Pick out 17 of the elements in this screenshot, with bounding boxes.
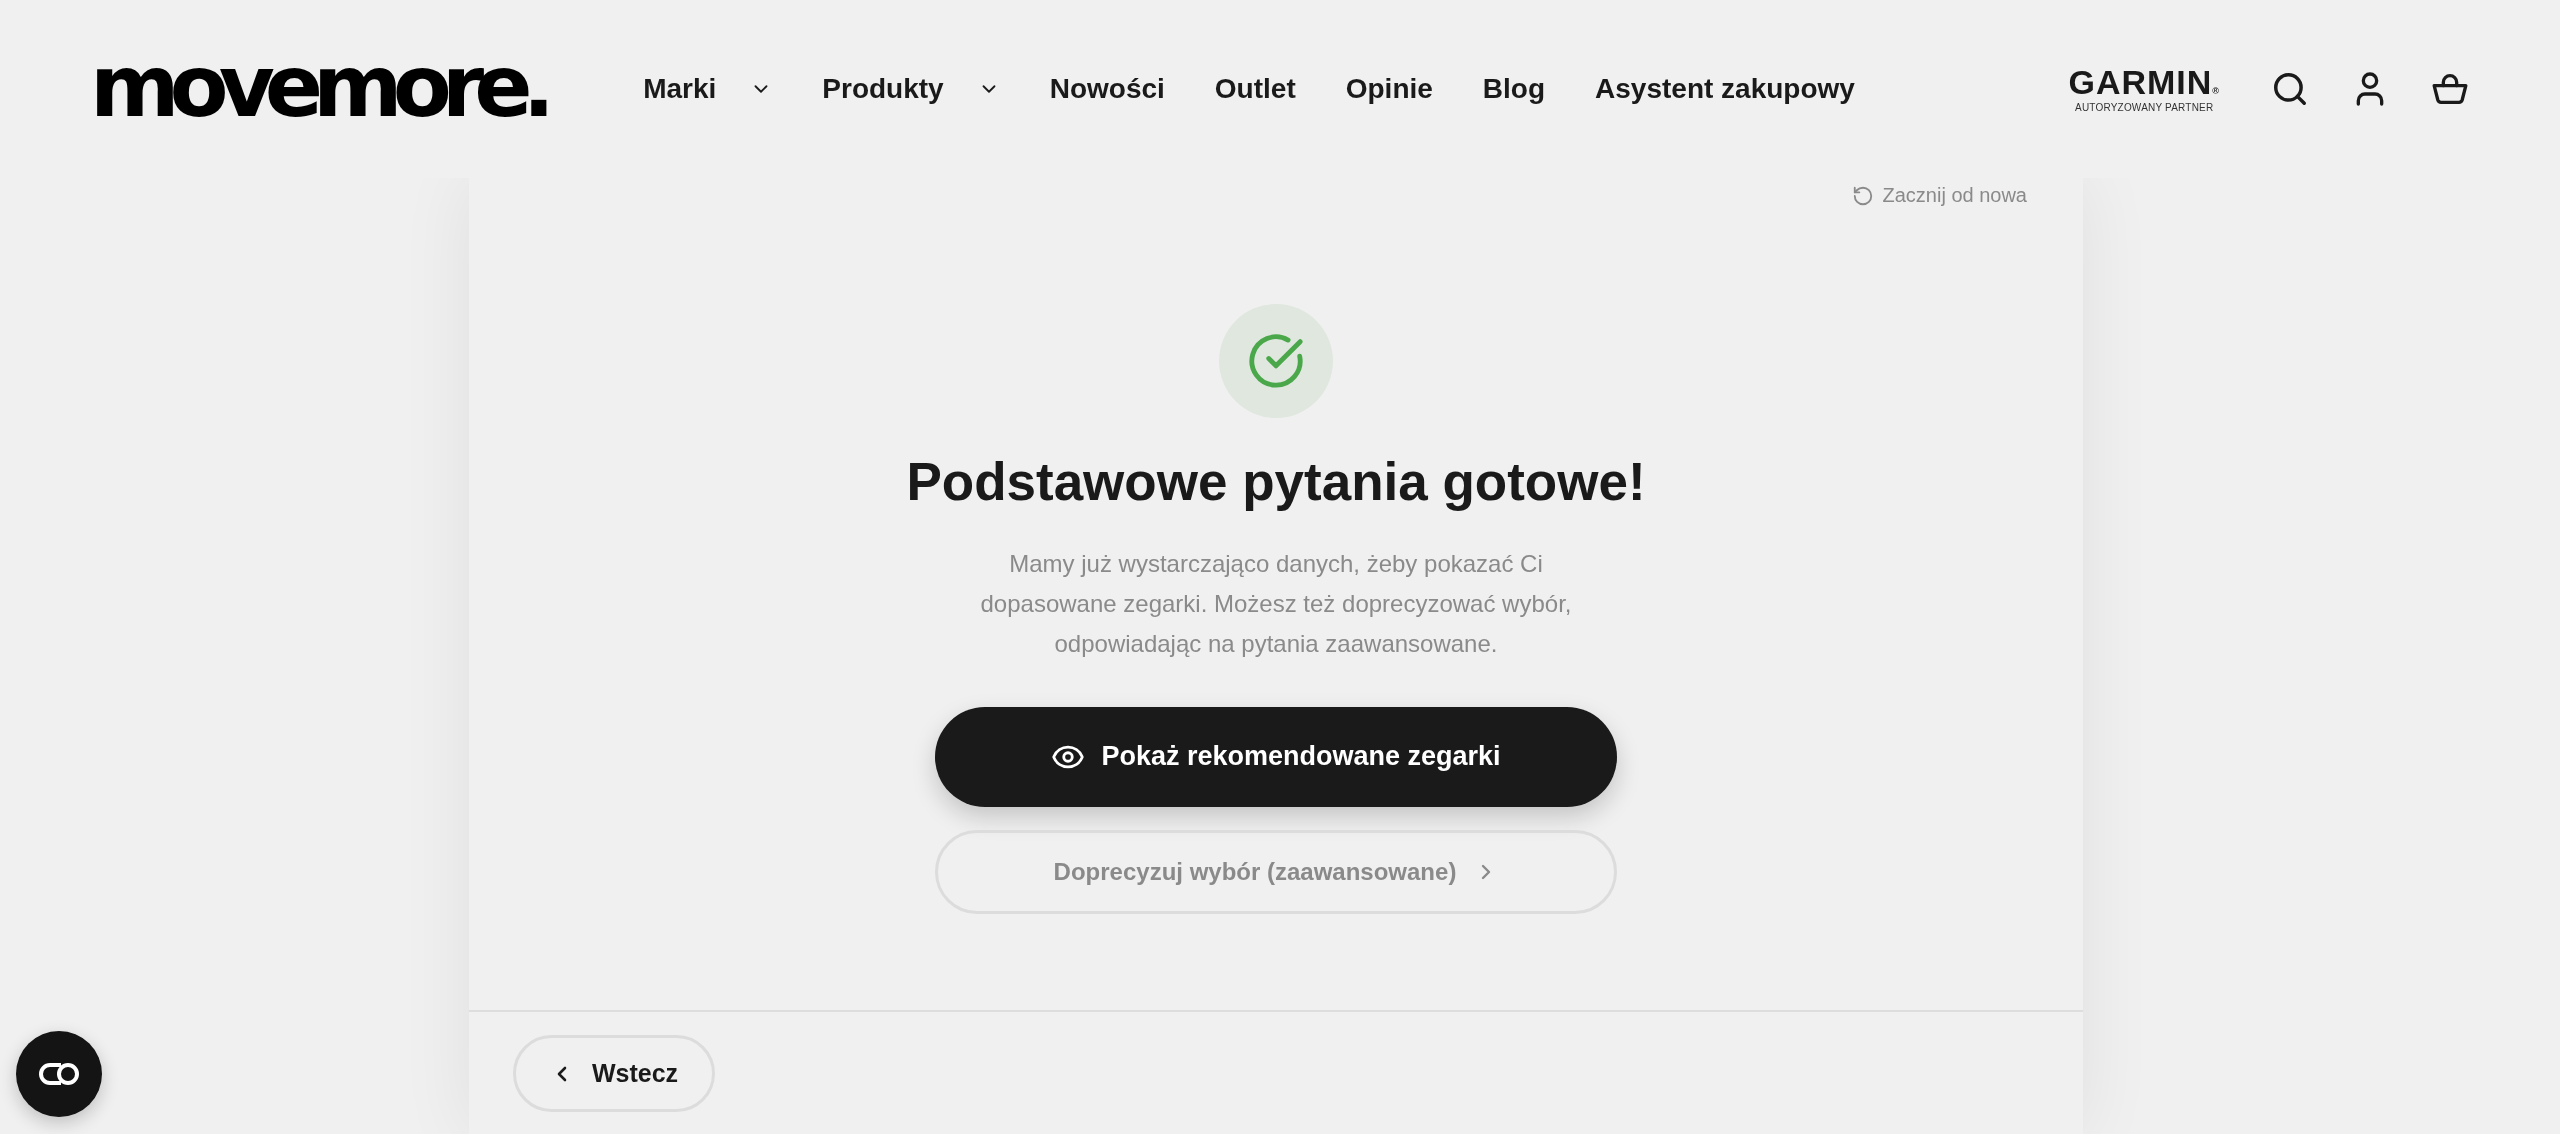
partner-caption: AUTORYZOWANY PARTNER: [2075, 102, 2214, 113]
toggle-icon: [37, 1061, 81, 1087]
back-button[interactable]: Wstecz: [513, 1035, 715, 1112]
nav-link[interactable]: Marki: [643, 73, 773, 105]
site-logo[interactable]: movemore.: [90, 43, 556, 129]
restart-icon: [1852, 184, 1875, 207]
wizard-title: Podstawowe pytania gotowe!: [906, 451, 1646, 513]
description-text: Mamy już wystarczająco danych, żeby pokazać Ci dopasowane zegarki. Możesz też doprecyzować wybór, odpowiadając na pytania zaawansowane.: [979, 548, 1573, 659]
nav-link[interactable]: Produkty: [822, 73, 1000, 105]
nav-link[interactable]: Nowości: [1049, 73, 1165, 105]
nav-link[interactable]: Outlet: [1214, 73, 1296, 105]
nav-link[interactable]: Blog: [1482, 73, 1546, 105]
search-icon: [2271, 70, 2309, 108]
show-watches-button[interactable]: Pokaż rekomendowane zegarki: [935, 706, 1617, 807]
nav-link[interactable]: Asystent zakupowy: [1595, 73, 1855, 105]
widget-button[interactable]: [16, 1031, 102, 1117]
nav-link[interactable]: Opinie: [1345, 73, 1433, 105]
